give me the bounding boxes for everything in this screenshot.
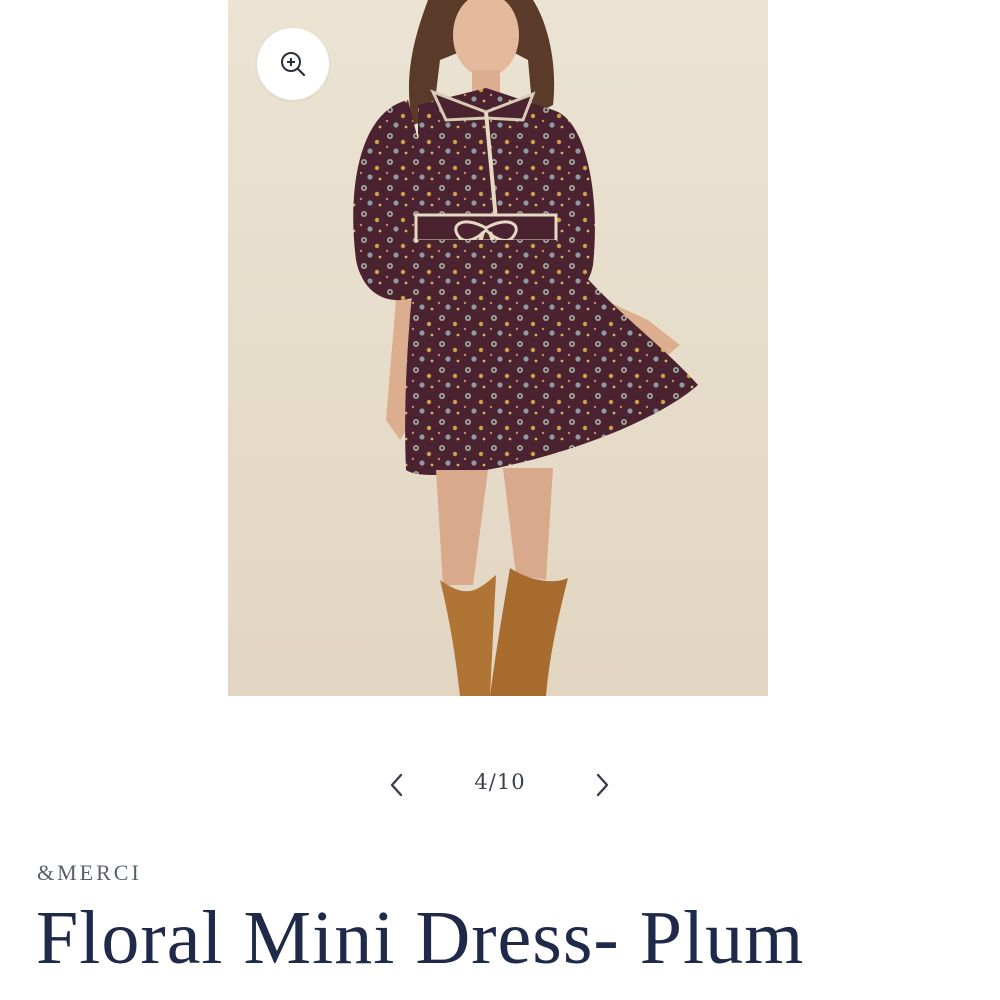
product-page: 4/10 &MERCI Floral Mini Dress- Plum <box>0 0 1000 1000</box>
image-slider-controls: 4/10 <box>380 760 620 810</box>
previous-image-button[interactable] <box>380 768 414 802</box>
product-title: Floral Mini Dress- Plum <box>36 896 805 980</box>
product-vendor: &MERCI <box>37 860 142 885</box>
chevron-left-icon <box>390 773 403 797</box>
next-image-button[interactable] <box>585 768 619 802</box>
slide-counter: 4/10 <box>474 770 526 794</box>
product-image[interactable] <box>228 0 768 696</box>
chevron-right-icon <box>596 773 609 797</box>
zoom-button[interactable] <box>257 28 329 100</box>
zoom-in-icon <box>281 52 306 77</box>
product-photo <box>228 0 768 696</box>
